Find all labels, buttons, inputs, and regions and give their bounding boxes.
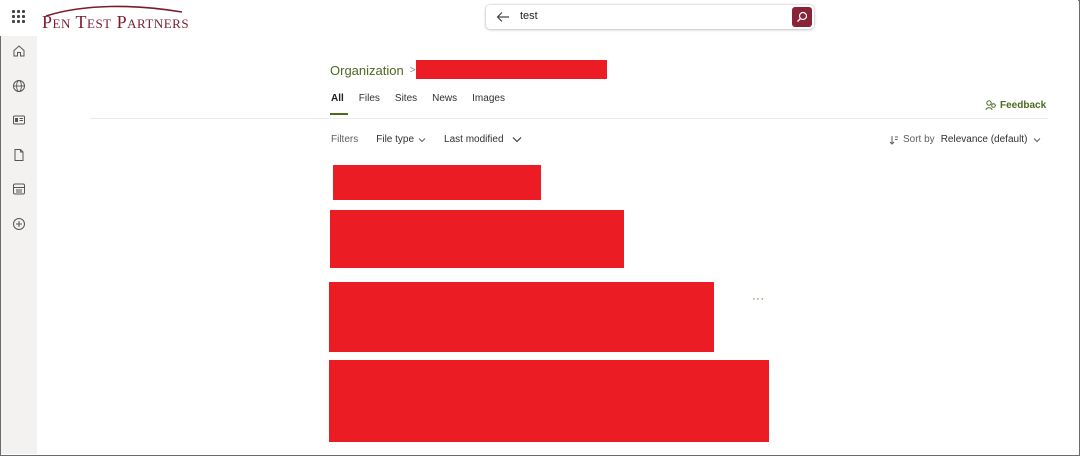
breadcrumb: Organization > [330, 63, 420, 78]
company-logo[interactable]: Pen Test Partners [42, 4, 192, 34]
file-type-dropdown[interactable]: File type [376, 134, 426, 145]
search-input[interactable]: test [520, 10, 538, 22]
logo-text: Pen Test Partners [42, 12, 190, 32]
last-modified-dropdown[interactable]: Last modified [444, 134, 521, 145]
vertical-tabs: All Files Sites News Images [330, 93, 520, 115]
add-icon[interactable] [12, 217, 26, 231]
filter-bar: Filters File type Last modified [331, 134, 540, 145]
chevron-down-icon [418, 137, 426, 142]
tab-images[interactable]: Images [472, 93, 505, 113]
file-type-label: File type [376, 134, 415, 145]
left-app-bar [1, 36, 37, 454]
redacted-result[interactable] [333, 165, 541, 200]
tab-sites[interactable]: Sites [395, 93, 417, 113]
sort-label: Sort by [903, 134, 935, 145]
last-modified-label: Last modified [444, 134, 504, 145]
tab-all[interactable]: All [330, 93, 348, 115]
app-launcher-icon[interactable] [12, 10, 26, 24]
sort-dropdown[interactable]: Sort by Relevance (default) [889, 134, 1045, 145]
home-icon[interactable] [12, 44, 26, 58]
redacted-site-name [416, 60, 607, 79]
redacted-result[interactable] [329, 282, 714, 352]
sort-value: Relevance (default) [940, 134, 1028, 145]
search-icon [797, 11, 808, 22]
search-box[interactable]: test [486, 5, 814, 29]
sort-icon [889, 135, 898, 145]
breadcrumb-separator: > [409, 65, 416, 76]
list-icon[interactable] [12, 182, 26, 196]
breadcrumb-root[interactable]: Organization [330, 63, 404, 78]
news-icon[interactable] [12, 113, 26, 127]
chevron-down-icon [512, 137, 521, 143]
file-icon[interactable] [12, 148, 26, 162]
redacted-result[interactable] [329, 360, 769, 442]
filters-label: Filters [331, 134, 359, 145]
back-arrow-icon[interactable] [495, 9, 511, 25]
redacted-result[interactable] [330, 210, 624, 268]
globe-icon[interactable] [12, 79, 26, 93]
tab-files[interactable]: Files [359, 93, 380, 113]
feedback-label: Feedback [1000, 99, 1047, 111]
tab-news[interactable]: News [432, 93, 457, 113]
more-options-button[interactable]: ··· [752, 293, 765, 305]
feedback-button[interactable]: Feedback [985, 99, 1046, 111]
feedback-icon [985, 100, 996, 111]
search-button[interactable] [792, 7, 812, 27]
chevron-down-icon [1034, 137, 1041, 142]
suite-header: Pen Test Partners test [0, 0, 1078, 36]
header-divider [90, 118, 1048, 119]
